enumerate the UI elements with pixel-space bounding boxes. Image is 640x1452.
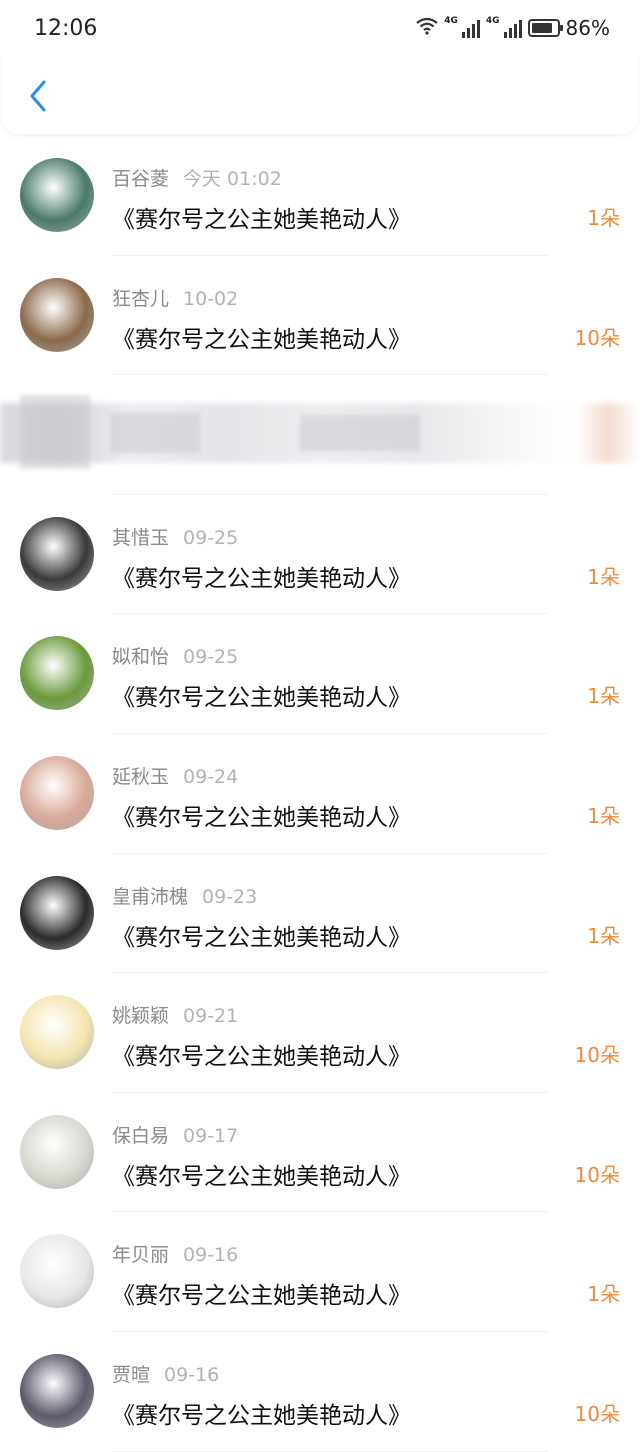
user-name[interactable]: 贾暄	[112, 1364, 150, 1386]
gift-date: 09-16	[164, 1363, 220, 1386]
list-item[interactable]: 年贝丽 09-16 《赛尔号之公主她美艳动人》 1朵	[0, 1212, 640, 1332]
book-title: 《赛尔号之公主她美艳动人》	[112, 924, 411, 951]
avatar[interactable]	[20, 875, 94, 950]
user-meta: 姚颖颖 09-21	[112, 1001, 238, 1028]
clock: 12:06	[34, 15, 98, 41]
network-type-2: 4G	[485, 16, 500, 26]
avatar[interactable]	[20, 158, 94, 232]
divider	[112, 1450, 548, 1452]
avatar[interactable]	[20, 755, 94, 830]
user-name[interactable]: 其惜玉	[112, 527, 169, 549]
list-item[interactable]: 贾暄 09-16 《赛尔号之公主她美艳动人》 10朵	[0, 1332, 640, 1452]
user-name[interactable]: 姒和怡	[112, 646, 169, 668]
book-title: 《赛尔号之公主她美艳动人》	[112, 1163, 411, 1190]
signal-icon	[461, 18, 480, 38]
status-icons: 4G 4G 86%	[416, 16, 610, 40]
gift-date: 09-23	[202, 885, 258, 908]
flower-count: 1朵	[587, 1282, 620, 1307]
flower-count: 1朵	[587, 684, 620, 709]
list-item[interactable]: 姒和怡 09-25 《赛尔号之公主她美艳动人》 1朵	[0, 614, 640, 734]
user-meta: 年贝丽 09-16	[112, 1240, 238, 1267]
book-title: 《赛尔号之公主她美艳动人》	[112, 1283, 411, 1310]
redacted-block	[300, 415, 420, 452]
list-item[interactable]: 姚颖颖 09-21 《赛尔号之公主她美艳动人》 10朵	[0, 973, 640, 1093]
chevron-left-icon	[30, 80, 46, 112]
user-meta: 保白易 09-17	[112, 1121, 238, 1148]
back-button[interactable]	[20, 76, 56, 116]
avatar[interactable]	[20, 1114, 94, 1189]
flower-count: 10朵	[574, 1162, 620, 1187]
battery-percent: 86%	[565, 16, 610, 40]
list-item[interactable]: 延秋玉 09-24 《赛尔号之公主她美艳动人》 1朵	[0, 734, 640, 854]
book-title: 《赛尔号之公主她美艳动人》	[112, 207, 411, 233]
book-title: 《赛尔号之公主她美艳动人》	[112, 804, 411, 831]
book-title: 《赛尔号之公主她美艳动人》	[112, 326, 411, 353]
user-meta: 延秋玉 09-24	[112, 762, 238, 789]
book-title: 《赛尔号之公主她美艳动人》	[112, 1402, 411, 1429]
redacted-block	[20, 395, 90, 470]
redacted-block	[110, 413, 200, 454]
flower-count: 1朵	[587, 923, 620, 948]
list-item-redacted[interactable]	[0, 375, 640, 495]
battery-icon	[527, 19, 563, 37]
user-meta: 其惜玉 09-25	[112, 523, 238, 550]
gift-date: 今天 01:02	[183, 168, 282, 190]
avatar[interactable]	[20, 277, 94, 352]
book-title: 《赛尔号之公主她美艳动人》	[112, 685, 411, 712]
top-nav-bar	[2, 56, 638, 134]
gift-record-list: 百谷菱 今天 01:02 《赛尔号之公主她美艳动人》 1朵 狂杏儿 10-02 《赛尔号之公…	[0, 136, 640, 1452]
signal-icon	[503, 18, 522, 38]
user-name[interactable]: 狂杏儿	[112, 288, 169, 310]
flower-count: 1朵	[587, 803, 620, 828]
gift-date: 09-17	[183, 1124, 239, 1147]
wifi-icon	[416, 16, 438, 40]
list-item[interactable]: 百谷菱 今天 01:02 《赛尔号之公主她美艳动人》 1朵	[0, 136, 640, 256]
user-meta: 贾暄 09-16	[112, 1360, 219, 1387]
user-name[interactable]: 保白易	[112, 1125, 169, 1147]
user-name[interactable]: 年贝丽	[112, 1244, 169, 1266]
user-name[interactable]: 姚颖颖	[112, 1005, 169, 1027]
user-name[interactable]: 百谷菱	[112, 168, 169, 190]
gift-date: 10-02	[183, 287, 239, 310]
user-name[interactable]: 延秋玉	[112, 766, 169, 788]
avatar[interactable]	[20, 995, 94, 1070]
user-meta: 百谷菱 今天 01:02	[112, 164, 282, 191]
book-title: 《赛尔号之公主她美艳动人》	[112, 565, 411, 592]
status-bar: 12:06 4G 4G 86%	[0, 0, 640, 56]
list-item[interactable]: 其惜玉 09-25 《赛尔号之公主她美艳动人》 1朵	[0, 495, 640, 615]
user-meta: 皇甫沛槐 09-23	[112, 882, 257, 909]
avatar[interactable]	[20, 1234, 94, 1309]
gift-date: 09-16	[183, 1244, 239, 1267]
list-item[interactable]: 皇甫沛槐 09-23 《赛尔号之公主她美艳动人》 1朵	[0, 854, 640, 974]
avatar[interactable]	[20, 636, 94, 711]
flower-count: 10朵	[574, 1043, 620, 1068]
avatar[interactable]	[20, 516, 94, 591]
flower-count: 1朵	[587, 206, 620, 230]
gift-date: 09-24	[183, 765, 239, 788]
user-name[interactable]: 皇甫沛槐	[112, 886, 188, 908]
user-meta: 姒和怡 09-25	[112, 642, 238, 669]
gift-date: 09-21	[183, 1005, 239, 1028]
book-title: 《赛尔号之公主她美艳动人》	[112, 1044, 411, 1071]
user-meta: 狂杏儿 10-02	[112, 284, 238, 311]
gift-date: 09-25	[183, 646, 239, 669]
gift-date: 09-25	[183, 526, 239, 549]
flower-count: 10朵	[574, 325, 620, 350]
list-item[interactable]: 狂杏儿 10-02 《赛尔号之公主她美艳动人》 10朵	[0, 256, 640, 376]
list-item[interactable]: 保白易 09-17 《赛尔号之公主她美艳动人》 10朵	[0, 1093, 640, 1213]
avatar[interactable]	[20, 1353, 94, 1428]
network-type-1: 4G	[444, 16, 458, 26]
flower-count: 1朵	[587, 564, 620, 589]
